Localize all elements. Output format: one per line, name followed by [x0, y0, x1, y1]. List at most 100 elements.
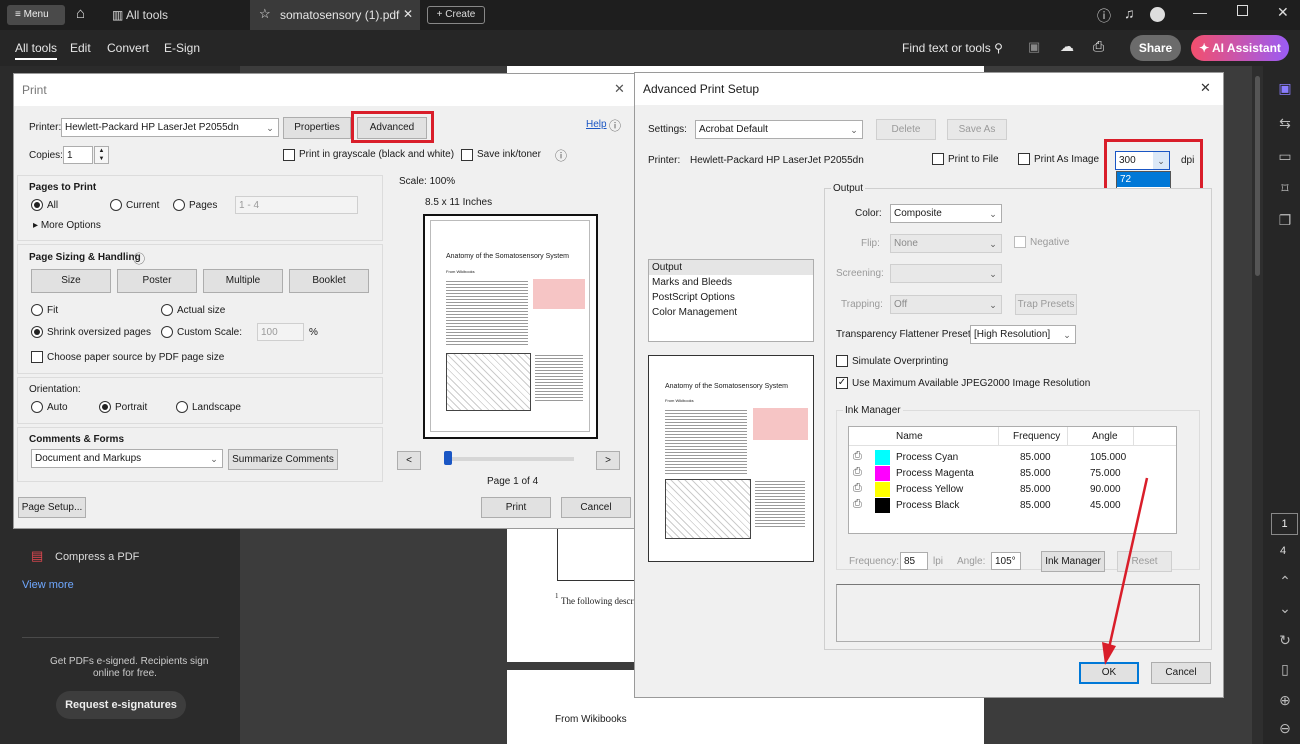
actual-size-radio[interactable] [161, 304, 173, 316]
category-output[interactable]: Output [649, 260, 813, 275]
settings-select[interactable]: Acrobat Default ⌄ [695, 120, 863, 139]
jpeg2000-checkbox[interactable]: ✓ [836, 377, 848, 389]
paper-source-checkbox[interactable] [31, 351, 43, 363]
compress-pdf-link[interactable]: Compress a PDF [55, 551, 139, 563]
menu-all-tools[interactable]: All tools [15, 41, 58, 60]
multiple-button[interactable]: Multiple [203, 269, 283, 293]
page-number-current[interactable]: 1 [1271, 513, 1298, 535]
poster-button[interactable]: Poster [117, 269, 197, 293]
find-tools[interactable]: Find text or tools ⚲ [902, 41, 1003, 55]
frequency-input[interactable]: 85 [900, 552, 928, 570]
slider-thumb[interactable] [444, 451, 452, 465]
preview-next-button[interactable]: > [596, 451, 620, 470]
minimize-icon[interactable]: — [1193, 4, 1207, 20]
rotate-icon[interactable]: ↻ [1275, 632, 1295, 652]
fit-radio[interactable] [31, 304, 43, 316]
share-button[interactable]: Share [1130, 35, 1181, 61]
help-link[interactable]: Help [586, 119, 607, 130]
page-sizing-info-icon[interactable]: ⓘ [133, 250, 145, 267]
color-select[interactable]: Composite ⌄ [890, 204, 1002, 223]
portrait-radio[interactable] [99, 401, 111, 413]
ai-panel-icon[interactable]: ▣ [1275, 80, 1295, 100]
print-cancel-button[interactable]: Cancel [561, 497, 631, 518]
advanced-cancel-button[interactable]: Cancel [1151, 662, 1211, 684]
create-button[interactable]: + Create [427, 6, 485, 24]
trapping-select[interactable]: Off ⌄ [890, 295, 1002, 314]
home-icon[interactable]: ⌂ [76, 5, 85, 22]
document-tab[interactable]: ☆ somatosensory (1).pdf ✕ [250, 0, 420, 30]
request-esignatures-button[interactable]: Request e-signatures [56, 691, 186, 719]
save-ink-checkbox[interactable] [461, 149, 473, 161]
summarize-comments-button[interactable]: Summarize Comments [228, 449, 338, 470]
custom-scale-input[interactable]: 100 [257, 323, 304, 341]
menu-button[interactable]: ≡ Menu [7, 5, 65, 25]
category-postscript[interactable]: PostScript Options [649, 290, 813, 305]
close-window-icon[interactable]: ✕ [1277, 4, 1289, 21]
zoom-in-icon[interactable]: ⊕ [1275, 692, 1295, 712]
category-color-management[interactable]: Color Management [649, 305, 813, 320]
menu-esign[interactable]: E-Sign [164, 41, 200, 55]
comment-icon[interactable]: ▭ [1275, 148, 1295, 168]
custom-scale-radio[interactable] [161, 326, 173, 338]
pages-icon[interactable]: ❐ [1275, 212, 1295, 232]
shrink-radio[interactable] [31, 326, 43, 338]
view-more-link[interactable]: View more [22, 579, 74, 591]
advanced-close-icon[interactable]: ✕ [1200, 80, 1211, 96]
zoom-out-icon[interactable]: ⊖ [1275, 720, 1295, 740]
more-options-toggle[interactable]: ▸ More Options [33, 220, 101, 231]
delete-button[interactable]: Delete [876, 119, 936, 140]
print-button[interactable]: Print [481, 497, 551, 518]
ai-assistant-button[interactable]: ✦ AI Assistant [1191, 35, 1289, 61]
size-button[interactable]: Size [31, 269, 111, 293]
print-close-icon[interactable]: ✕ [614, 81, 625, 97]
help-info-icon[interactable]: ⓘ [609, 117, 621, 134]
menu-convert[interactable]: Convert [107, 41, 149, 55]
cloud-upload-icon[interactable]: ☁ [1060, 38, 1074, 55]
copies-stepper[interactable]: ▲ ▼ [94, 146, 109, 164]
close-tab-icon[interactable]: ✕ [403, 7, 413, 21]
bookmark-icon[interactable]: ⌑ [1275, 180, 1295, 200]
star-icon[interactable]: ☆ [259, 6, 271, 22]
auto-radio[interactable] [31, 401, 43, 413]
flip-select[interactable]: None ⌄ [890, 234, 1002, 253]
preview-prev-button[interactable]: < [397, 451, 421, 470]
avatar[interactable] [1150, 7, 1165, 22]
pages-range-radio[interactable] [173, 199, 185, 211]
trap-presets-button[interactable]: Trap Presets [1015, 294, 1077, 315]
print-as-image-checkbox[interactable] [1018, 153, 1030, 165]
ink-row[interactable]: ⎙ Process Cyan 85.000 105.000 [849, 450, 1176, 465]
angle-input[interactable]: 105° [991, 552, 1021, 570]
save-as-button[interactable]: Save As [947, 119, 1007, 140]
fit-page-icon[interactable]: ▯ [1275, 661, 1295, 681]
current-page-radio[interactable] [110, 199, 122, 211]
save-ink-info-icon[interactable]: ⓘ [555, 147, 567, 164]
chevron-up-icon[interactable]: ⌃ [1275, 573, 1295, 593]
page-setup-button[interactable]: Page Setup... [18, 497, 86, 518]
pages-range-input[interactable]: 1 - 4 [235, 196, 358, 214]
all-pages-radio[interactable] [31, 199, 43, 211]
comments-select[interactable]: Document and Markups ⌄ [31, 449, 223, 468]
scrollbar[interactable] [1252, 66, 1263, 744]
category-list[interactable]: Output Marks and Bleeds PostScript Optio… [648, 259, 814, 342]
maximize-icon[interactable] [1237, 5, 1248, 16]
print-to-file-checkbox[interactable] [932, 153, 944, 165]
negative-checkbox[interactable] [1014, 236, 1026, 248]
help-icon[interactable]: ⓘ [1097, 6, 1111, 26]
save-icon[interactable]: ▣ [1028, 39, 1040, 55]
simulate-overprinting-checkbox[interactable] [836, 355, 848, 367]
printer-select[interactable]: Hewlett-Packard HP LaserJet P2055dn ⌄ [61, 118, 279, 137]
all-tools-tab[interactable]: ▥ All tools [112, 8, 168, 22]
category-marks-bleeds[interactable]: Marks and Bleeds [649, 275, 813, 290]
flattener-select[interactable]: [High Resolution] ⌄ [970, 325, 1076, 344]
menu-edit[interactable]: Edit [70, 41, 91, 55]
chevron-down-icon[interactable]: ⌄ [1275, 600, 1295, 620]
bell-icon[interactable]: ♫ [1124, 5, 1135, 21]
grayscale-checkbox[interactable] [283, 149, 295, 161]
screening-select[interactable]: ⌄ [890, 264, 1002, 283]
printer-icon[interactable]: ⎙ [1093, 38, 1104, 55]
booklet-button[interactable]: Booklet [289, 269, 369, 293]
landscape-radio[interactable] [176, 401, 188, 413]
copies-input[interactable]: 1 [63, 146, 93, 164]
preview-slider[interactable] [444, 451, 574, 465]
organize-icon[interactable]: ⇆ [1275, 115, 1295, 135]
